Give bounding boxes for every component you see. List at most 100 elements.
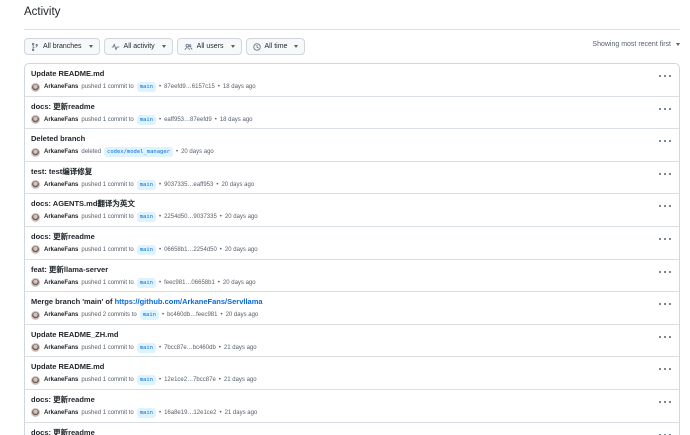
activity-user-link[interactable]: ArkaneFans	[44, 409, 78, 417]
chevron-down-icon	[161, 45, 166, 48]
commit-range-link[interactable]: feec981…06658b1	[164, 279, 215, 287]
activity-row: Merge branch 'main' of https://github.co…	[25, 292, 679, 325]
kebab-menu-icon[interactable]	[659, 138, 671, 144]
activity-title: docs: 更新readme	[31, 232, 679, 241]
kebab-menu-icon[interactable]	[659, 171, 671, 177]
kebab-menu-icon[interactable]	[659, 269, 671, 275]
branch-label[interactable]: codex/model_manager	[104, 147, 173, 158]
activity-row: Update README.md ArkaneFans pushed 1 commi…	[25, 64, 679, 97]
activity-user-link[interactable]: ArkaneFans	[44, 344, 78, 352]
chevron-down-icon	[88, 45, 93, 48]
activity-title-text: docs: AGENTS.md翻译为英文	[31, 199, 135, 209]
branch-label[interactable]: main	[136, 212, 156, 223]
activity-title-text: test: test编译修复	[31, 166, 93, 176]
branches-filter-button[interactable]: All branches	[24, 38, 100, 55]
avatar[interactable]	[31, 343, 40, 353]
activity-row: feat: 更新llama-server ArkaneFans pushed 1 c…	[25, 260, 679, 293]
chevron-down-icon	[294, 45, 299, 48]
avatar[interactable]	[31, 212, 40, 222]
avatar[interactable]	[31, 408, 40, 418]
separator-dot: •	[219, 214, 222, 221]
branch-label[interactable]: main	[136, 82, 156, 92]
avatar[interactable]	[31, 147, 40, 157]
time-filter-label: All time	[264, 43, 288, 50]
branch-label[interactable]: main	[136, 375, 156, 386]
avatar[interactable]	[31, 310, 40, 320]
activity-row: test: test编译修复 ArkaneFans pushed 1 commit …	[25, 162, 679, 195]
avatar[interactable]	[31, 180, 40, 190]
branch-label[interactable]: main	[136, 407, 156, 418]
time-filter-button[interactable]: All time	[245, 38, 306, 55]
commit-range-link[interactable]: 87eefd9…6157c15	[164, 83, 215, 91]
filter-bar: All branches All activity All users All …	[24, 38, 306, 56]
kebab-menu-icon[interactable]	[659, 399, 671, 405]
activity-meta: ArkaneFans pushed 1 commit to main • feec981…	[31, 277, 679, 288]
separator-dot: •	[158, 246, 162, 253]
branch-label[interactable]: main	[136, 342, 156, 353]
activity-action-text: pushed 1 commit to	[81, 84, 134, 90]
activity-title-text: Merge branch 'main' of	[31, 297, 113, 307]
activity-user-link[interactable]: ArkaneFans	[44, 279, 78, 287]
kebab-menu-icon[interactable]	[659, 203, 671, 209]
activity-row: Deleted branch ArkaneFans deleted codex/mod…	[25, 129, 679, 162]
activity-title: docs: AGENTS.md翻译为英文	[31, 199, 679, 208]
activity-time: 20 days ago	[222, 279, 256, 286]
activity-time: 18 days ago	[222, 84, 256, 90]
branch-label[interactable]: main	[136, 114, 156, 125]
avatar[interactable]	[31, 245, 40, 255]
commit-range-link[interactable]: 7bcc87e…bc460db	[164, 344, 216, 352]
kebab-menu-icon[interactable]	[659, 432, 671, 435]
separator-dot: •	[216, 181, 219, 188]
activity-meta: ArkaneFans pushed 1 commit to main • 12e1ce2…	[31, 375, 679, 386]
title-divider	[24, 29, 680, 30]
activity-user-link[interactable]: ArkaneFans	[44, 116, 78, 124]
kebab-menu-icon[interactable]	[659, 236, 671, 242]
avatar[interactable]	[31, 115, 40, 125]
separator-dot: •	[219, 246, 222, 253]
activity-user-link[interactable]: ArkaneFans	[44, 246, 78, 254]
activity-user-link[interactable]: ArkaneFans	[44, 83, 78, 91]
activity-action-text: pushed 1 commit to	[81, 377, 134, 384]
avatar[interactable]	[31, 278, 40, 288]
sort-dropdown[interactable]: Showing most recent first	[592, 41, 680, 48]
kebab-menu-icon[interactable]	[659, 366, 671, 372]
users-filter-button[interactable]: All users	[176, 38, 242, 55]
activity-time: 21 days ago	[223, 377, 257, 384]
commit-range-link[interactable]: 9037335…eaff953	[164, 181, 213, 189]
activity-page: Activity All branches All activity All u…	[0, 0, 690, 435]
avatar[interactable]	[31, 82, 40, 92]
activity-user-link[interactable]: ArkaneFans	[44, 213, 78, 221]
branch-label[interactable]: main	[136, 277, 156, 288]
activity-user-link[interactable]: ArkaneFans	[44, 311, 78, 319]
activity-user-link[interactable]: ArkaneFans	[44, 181, 78, 189]
separator-dot: •	[158, 214, 162, 221]
activity-user-link[interactable]: ArkaneFans	[44, 376, 78, 384]
activity-filter-button[interactable]: All activity	[103, 38, 173, 55]
activity-row: docs: AGENTS.md翻译为英文 ArkaneFans pushed 1 c…	[25, 194, 679, 227]
branch-label[interactable]: main	[136, 244, 156, 255]
activity-action-text: pushed 1 commit to	[81, 344, 134, 351]
commit-range-link[interactable]: bc460db…feec981	[167, 311, 217, 319]
kebab-menu-icon[interactable]	[659, 73, 671, 79]
activity-action-text: pushed 2 commits to	[81, 312, 137, 319]
activity-title: docs: 更新readme	[31, 102, 679, 111]
kebab-menu-icon[interactable]	[659, 334, 671, 340]
separator-dot: •	[219, 409, 222, 416]
commit-range-link[interactable]: 2254d50…9037335	[164, 213, 217, 221]
kebab-menu-icon[interactable]	[659, 301, 671, 307]
users-filter-label: All users	[196, 43, 224, 50]
activity-user-link[interactable]: ArkaneFans	[44, 148, 78, 156]
separator-dot: •	[218, 377, 221, 384]
commit-range-link[interactable]: 16a8e19…12e1ce2	[164, 409, 216, 417]
commit-range-link[interactable]: 12e1ce2…7bcc87e	[164, 376, 216, 384]
commit-range-link[interactable]: eaff953…87eefd9	[164, 116, 212, 124]
activity-row: docs: 更新readme	[25, 423, 679, 435]
activity-title-link[interactable]: https://github.com/ArkaneFans/Servllama	[115, 297, 263, 306]
pulse-icon	[111, 42, 120, 51]
kebab-menu-icon[interactable]	[659, 106, 671, 112]
activity-time: 20 days ago	[181, 149, 214, 156]
branch-label[interactable]: main	[139, 310, 159, 321]
branch-label[interactable]: main	[136, 179, 156, 190]
commit-range-link[interactable]: 06658b1…2254d50	[164, 246, 217, 254]
avatar[interactable]	[31, 375, 40, 385]
